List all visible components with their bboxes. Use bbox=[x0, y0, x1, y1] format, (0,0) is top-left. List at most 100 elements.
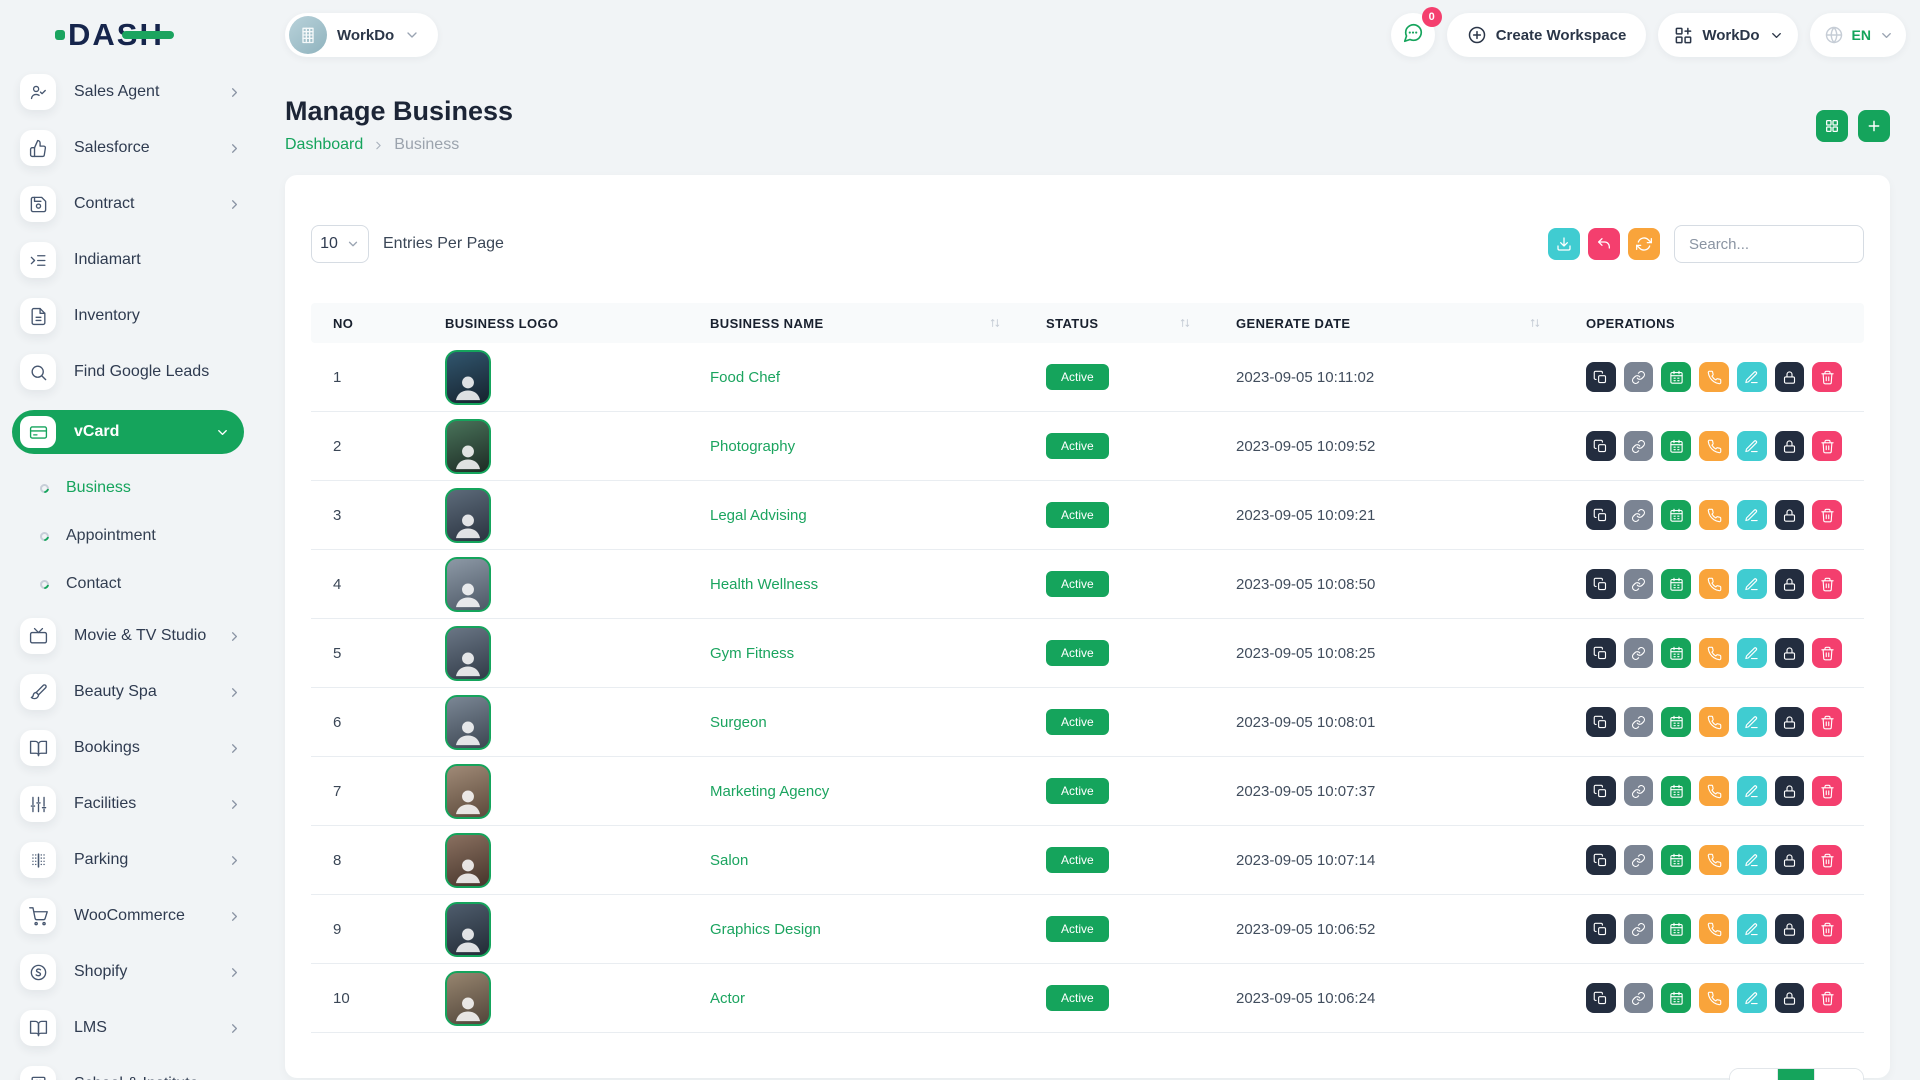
appointment-button[interactable] bbox=[1661, 569, 1691, 599]
sidebar-item-parking[interactable]: Parking bbox=[20, 842, 260, 878]
contact-button[interactable] bbox=[1699, 569, 1729, 599]
lock-button[interactable] bbox=[1775, 569, 1805, 599]
entries-per-page-select[interactable]: 10 bbox=[311, 225, 369, 263]
add-business-button[interactable] bbox=[1858, 110, 1890, 142]
copy-button[interactable] bbox=[1586, 845, 1616, 875]
edit-button[interactable] bbox=[1737, 983, 1767, 1013]
create-workspace-button[interactable]: Create Workspace bbox=[1447, 13, 1647, 57]
link-button[interactable] bbox=[1624, 500, 1654, 530]
export-button[interactable] bbox=[1548, 228, 1580, 260]
column-header-generate-date[interactable]: GENERATE DATE bbox=[1214, 316, 1564, 331]
business-name-link[interactable]: Salon bbox=[710, 852, 748, 869]
delete-button[interactable] bbox=[1812, 362, 1842, 392]
column-header-no[interactable]: NO bbox=[311, 316, 423, 331]
business-name-link[interactable]: Food Chef bbox=[710, 369, 780, 386]
lock-button[interactable] bbox=[1775, 431, 1805, 461]
appointment-button[interactable] bbox=[1661, 638, 1691, 668]
copy-button[interactable] bbox=[1586, 431, 1616, 461]
edit-button[interactable] bbox=[1737, 569, 1767, 599]
lock-button[interactable] bbox=[1775, 776, 1805, 806]
edit-button[interactable] bbox=[1737, 500, 1767, 530]
sidebar-subitem-business[interactable]: Business bbox=[20, 474, 260, 502]
pagination-previous[interactable] bbox=[1730, 1069, 1778, 1080]
link-button[interactable] bbox=[1624, 569, 1654, 599]
business-name-link[interactable]: Legal Advising bbox=[710, 507, 807, 524]
sidebar-item-beauty-spa[interactable]: Beauty Spa bbox=[20, 674, 260, 710]
sort-icon[interactable] bbox=[988, 316, 1002, 330]
delete-button[interactable] bbox=[1812, 845, 1842, 875]
link-button[interactable] bbox=[1624, 362, 1654, 392]
contact-button[interactable] bbox=[1699, 500, 1729, 530]
contact-button[interactable] bbox=[1699, 983, 1729, 1013]
business-name-link[interactable]: Surgeon bbox=[710, 714, 767, 731]
contact-button[interactable] bbox=[1699, 914, 1729, 944]
grid-view-button[interactable] bbox=[1816, 110, 1848, 142]
copy-button[interactable] bbox=[1586, 776, 1616, 806]
copy-button[interactable] bbox=[1586, 983, 1616, 1013]
sidebar-item-find-google-leads[interactable]: Find Google Leads bbox=[20, 354, 260, 390]
contact-button[interactable] bbox=[1699, 845, 1729, 875]
search-input[interactable] bbox=[1674, 225, 1864, 263]
lock-button[interactable] bbox=[1775, 914, 1805, 944]
edit-button[interactable] bbox=[1737, 431, 1767, 461]
column-header-operations[interactable]: OPERATIONS bbox=[1564, 316, 1864, 331]
refresh-button[interactable] bbox=[1628, 228, 1660, 260]
sidebar-item-sales-agent[interactable]: Sales Agent bbox=[20, 74, 260, 110]
sort-icon[interactable] bbox=[1528, 316, 1542, 330]
delete-button[interactable] bbox=[1812, 431, 1842, 461]
link-button[interactable] bbox=[1624, 983, 1654, 1013]
contact-button[interactable] bbox=[1699, 707, 1729, 737]
link-button[interactable] bbox=[1624, 914, 1654, 944]
link-button[interactable] bbox=[1624, 845, 1654, 875]
copy-button[interactable] bbox=[1586, 638, 1616, 668]
edit-button[interactable] bbox=[1737, 707, 1767, 737]
lock-button[interactable] bbox=[1775, 845, 1805, 875]
sidebar-item-inventory[interactable]: Inventory bbox=[20, 298, 260, 334]
app-switcher-button[interactable]: WorkDo bbox=[1658, 13, 1797, 57]
contact-button[interactable] bbox=[1699, 431, 1729, 461]
copy-button[interactable] bbox=[1586, 500, 1616, 530]
sort-icon[interactable] bbox=[1178, 316, 1192, 330]
appointment-button[interactable] bbox=[1661, 776, 1691, 806]
appointment-button[interactable] bbox=[1661, 707, 1691, 737]
business-name-link[interactable]: Photography bbox=[710, 438, 795, 455]
appointment-button[interactable] bbox=[1661, 983, 1691, 1013]
sidebar-item-woocommerce[interactable]: WooCommerce bbox=[20, 898, 260, 934]
sidebar-item-contract[interactable]: Contract bbox=[20, 186, 260, 222]
sidebar-item-facilities[interactable]: Facilities bbox=[20, 786, 260, 822]
copy-button[interactable] bbox=[1586, 914, 1616, 944]
lock-button[interactable] bbox=[1775, 500, 1805, 530]
delete-button[interactable] bbox=[1812, 707, 1842, 737]
appointment-button[interactable] bbox=[1661, 362, 1691, 392]
column-header-business-logo[interactable]: BUSINESS LOGO bbox=[423, 316, 688, 331]
language-selector[interactable]: EN bbox=[1810, 13, 1906, 57]
app-logo[interactable]: DASH bbox=[0, 0, 260, 70]
sidebar-item-vcard[interactable]: vCard bbox=[12, 410, 244, 454]
business-name-link[interactable]: Marketing Agency bbox=[710, 783, 829, 800]
copy-button[interactable] bbox=[1586, 707, 1616, 737]
sidebar-item-salesforce[interactable]: Salesforce bbox=[20, 130, 260, 166]
pagination-next[interactable] bbox=[1815, 1069, 1863, 1080]
sidebar-subitem-appointment[interactable]: Appointment bbox=[20, 522, 260, 550]
edit-button[interactable] bbox=[1737, 362, 1767, 392]
contact-button[interactable] bbox=[1699, 362, 1729, 392]
workspace-selector[interactable]: WorkDo bbox=[285, 13, 438, 57]
sidebar-item-movie-tv-studio[interactable]: Movie & TV Studio bbox=[20, 618, 260, 654]
delete-button[interactable] bbox=[1812, 983, 1842, 1013]
sidebar-subitem-contact[interactable]: Contact bbox=[20, 570, 260, 598]
link-button[interactable] bbox=[1624, 431, 1654, 461]
edit-button[interactable] bbox=[1737, 638, 1767, 668]
business-name-link[interactable]: Gym Fitness bbox=[710, 645, 794, 662]
link-button[interactable] bbox=[1624, 707, 1654, 737]
copy-button[interactable] bbox=[1586, 362, 1616, 392]
appointment-button[interactable] bbox=[1661, 500, 1691, 530]
edit-button[interactable] bbox=[1737, 914, 1767, 944]
business-name-link[interactable]: Graphics Design bbox=[710, 921, 821, 938]
contact-button[interactable] bbox=[1699, 638, 1729, 668]
link-button[interactable] bbox=[1624, 776, 1654, 806]
sidebar-item-bookings[interactable]: Bookings bbox=[20, 730, 260, 766]
delete-button[interactable] bbox=[1812, 638, 1842, 668]
column-header-business-name[interactable]: BUSINESS NAME bbox=[688, 316, 1024, 331]
sidebar-item-shopify[interactable]: Shopify bbox=[20, 954, 260, 990]
undo-button[interactable] bbox=[1588, 228, 1620, 260]
